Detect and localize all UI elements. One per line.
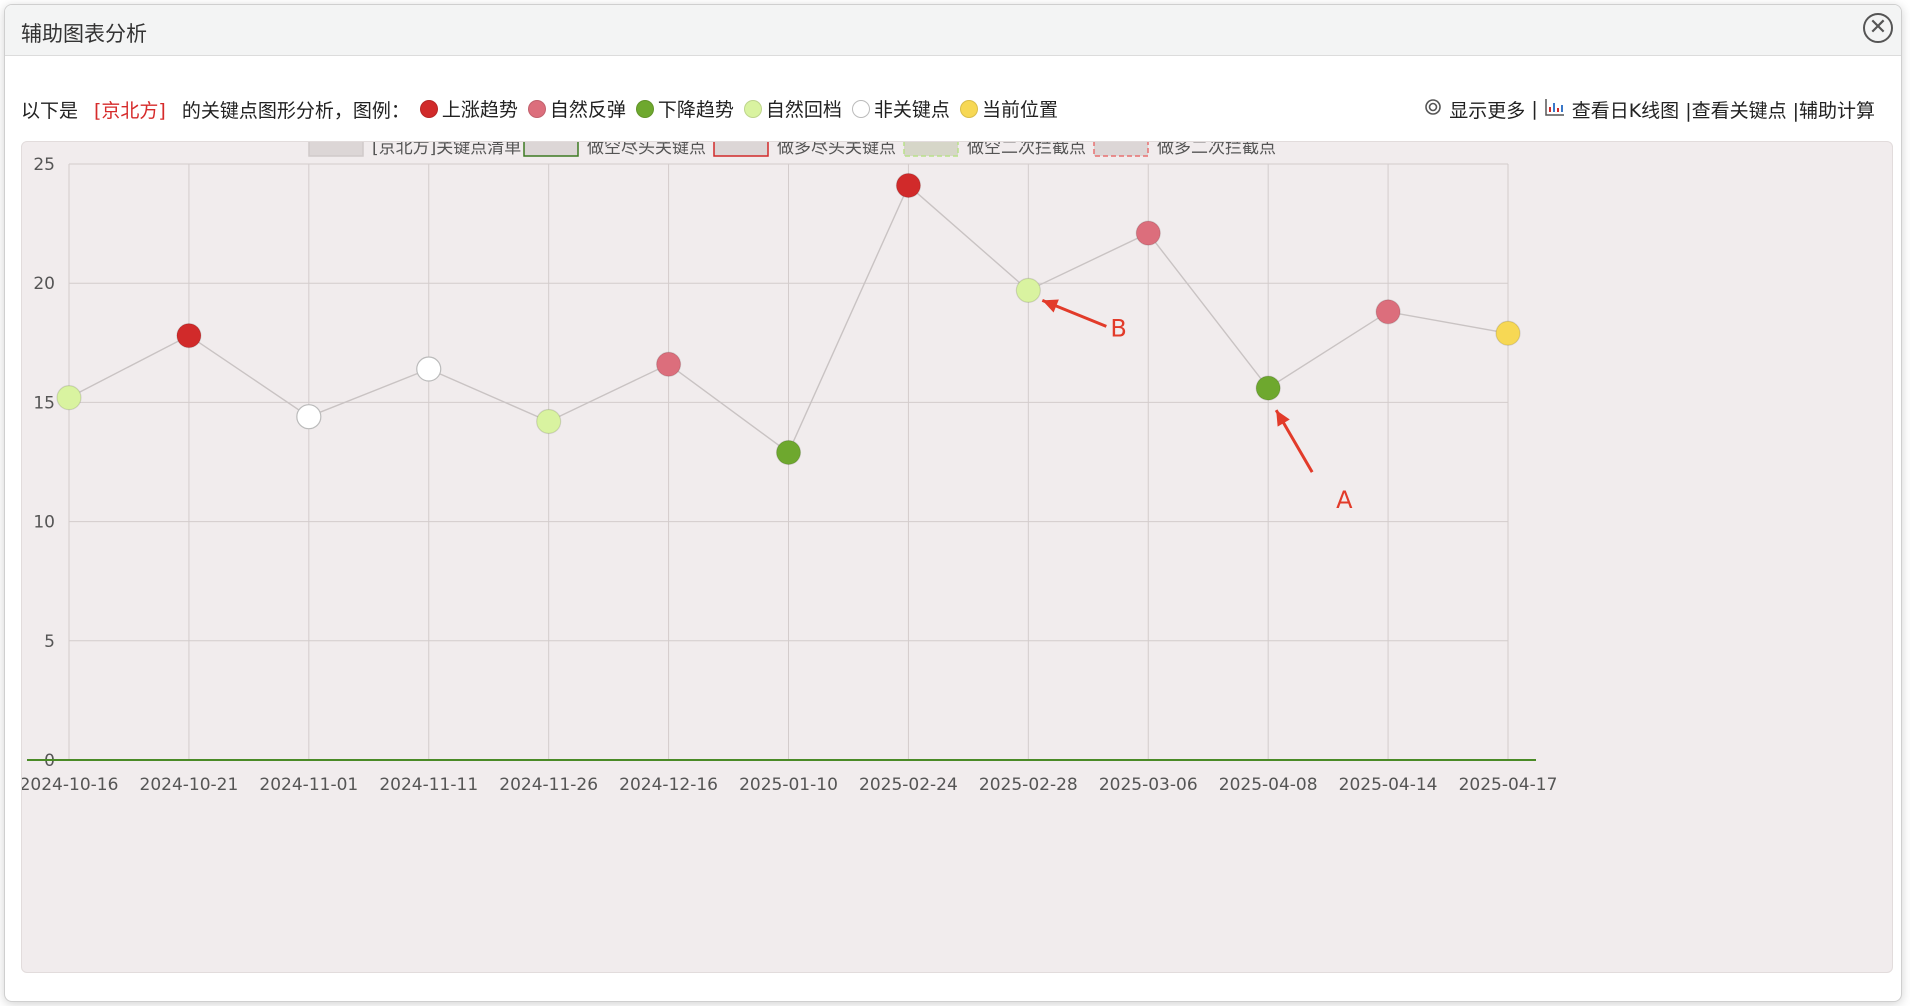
data-point[interactable]	[1255, 375, 1281, 401]
data-point[interactable]	[536, 408, 562, 435]
chart-legend-swatch	[713, 137, 769, 157]
dialog-titlebar: 辅助图表分析 ✕	[5, 5, 1901, 56]
data-point[interactable]	[1015, 277, 1041, 303]
legend-dot-icon	[527, 99, 546, 118]
x-tick-label: 2024-11-01	[259, 775, 358, 795]
legend-item: 上涨趋势	[410, 95, 518, 122]
chart-legend-label: [京北方]关键点清单	[372, 142, 521, 158]
y-tick-label: 25	[33, 155, 55, 175]
chart-legend-label: 做多二次拦截点	[1157, 142, 1276, 158]
info-bar: 以下是 [京北方] 的关键点图形分析，图例： 上涨趋势 自然反弹 下降趋势 自然回档 非…	[21, 93, 1885, 125]
x-tick-label: 2024-10-16	[22, 775, 118, 795]
kline-chart-icon[interactable]	[1544, 97, 1566, 122]
chart-legend-label: 做空二次拦截点	[967, 142, 1086, 158]
data-point[interactable]	[56, 385, 82, 411]
legend-dot-icon	[851, 99, 870, 118]
x-tick-label: 2024-12-16	[619, 775, 718, 795]
legend-dot-icon	[635, 99, 654, 118]
info-prefix: 以下是	[21, 99, 79, 122]
keypoint-chart: [京北方]关键点清单做空尽头关键点做多尽头关键点做空二次拦截点做多二次拦截点05…	[20, 137, 1558, 795]
chart-area: [京北方]关键点清单做空尽头关键点做多尽头关键点做空二次拦截点做多二次拦截点05…	[20, 137, 1893, 973]
x-tick-label: 2024-10-21	[140, 775, 239, 795]
legend-label: 自然反弹	[549, 99, 626, 122]
show-more-link[interactable]: 显示更多	[1449, 96, 1525, 123]
point-legend: 上涨趋势 自然反弹 下降趋势 自然回档 非关键点 当前位置	[410, 95, 1058, 123]
x-tick-label: 2025-04-08	[1219, 775, 1318, 795]
x-tick-label: 2024-11-11	[379, 775, 478, 795]
data-point[interactable]	[1375, 299, 1401, 325]
data-point[interactable]	[416, 356, 442, 382]
x-tick-label: 2025-01-10	[739, 775, 838, 795]
x-tick-label: 2025-04-14	[1339, 775, 1438, 795]
legend-item: 当前位置	[950, 95, 1058, 122]
legend-item: 自然回档	[734, 95, 842, 122]
legend-label: 自然回档	[765, 99, 842, 122]
legend-item: 自然反弹	[518, 95, 626, 122]
legend-dot-icon	[743, 99, 762, 118]
chart-legend-swatch	[1093, 137, 1149, 157]
x-tick-label: 2024-11-26	[499, 775, 598, 795]
annotation-label: B	[1110, 314, 1126, 342]
legend-label: 下降趋势	[657, 99, 734, 122]
x-tick-label: 2025-04-17	[1459, 775, 1558, 795]
y-tick-label: 10	[33, 513, 55, 533]
dialog-title: 辅助图表分析	[21, 22, 147, 46]
chart-legend-swatch	[903, 137, 959, 157]
chart-legend-label: 做多尽头关键点	[777, 142, 896, 158]
kline-link[interactable]: 查看日K线图	[1572, 96, 1679, 123]
legend-label: 上涨趋势	[441, 99, 518, 122]
stock-name[interactable]: [京北方]	[94, 96, 166, 123]
keypoints-link[interactable]: |查看关键点	[1685, 96, 1786, 123]
y-tick-label: 20	[33, 274, 55, 294]
y-tick-label: 5	[44, 632, 55, 652]
show-more-icon[interactable]	[1423, 97, 1443, 122]
legend-dot-icon	[419, 99, 438, 118]
data-point[interactable]	[296, 404, 322, 430]
chart-legend-swatch	[308, 137, 364, 157]
link-separator: |	[1531, 98, 1538, 120]
legend-dot-icon	[959, 99, 978, 118]
chart-legend-swatch	[523, 137, 579, 157]
data-point[interactable]	[1495, 320, 1521, 346]
data-point[interactable]	[895, 172, 922, 199]
x-tick-label: 2025-02-28	[979, 775, 1078, 795]
x-tick-label: 2025-03-06	[1099, 775, 1198, 795]
legend-label: 当前位置	[981, 99, 1058, 122]
legend-label: 非关键点	[873, 99, 950, 122]
chart-dialog: 辅助图表分析 ✕ 以下是 [京北方] 的关键点图形分析，图例： 上涨趋势 自然反弹…	[4, 4, 1902, 1002]
data-point[interactable]	[176, 323, 202, 349]
data-point[interactable]	[1135, 220, 1161, 246]
annotation-label: A	[1336, 486, 1353, 514]
calc-link[interactable]: |辅助计算	[1793, 96, 1875, 123]
legend-item: 非关键点	[842, 95, 950, 122]
legend-item: 下降趋势	[626, 95, 734, 122]
x-tick-label: 2025-02-24	[859, 775, 958, 795]
info-suffix: 的关键点图形分析，图例：	[181, 99, 410, 122]
close-icon[interactable]: ✕	[1863, 13, 1893, 43]
chart-legend-label: 做空尽头关键点	[587, 142, 706, 158]
data-point[interactable]	[655, 351, 682, 377]
data-point[interactable]	[775, 439, 802, 466]
y-tick-label: 15	[33, 393, 55, 413]
toolbar-links: 显示更多 | 查看日K线图 |查看关键点 |辅助计算	[1423, 93, 1875, 125]
